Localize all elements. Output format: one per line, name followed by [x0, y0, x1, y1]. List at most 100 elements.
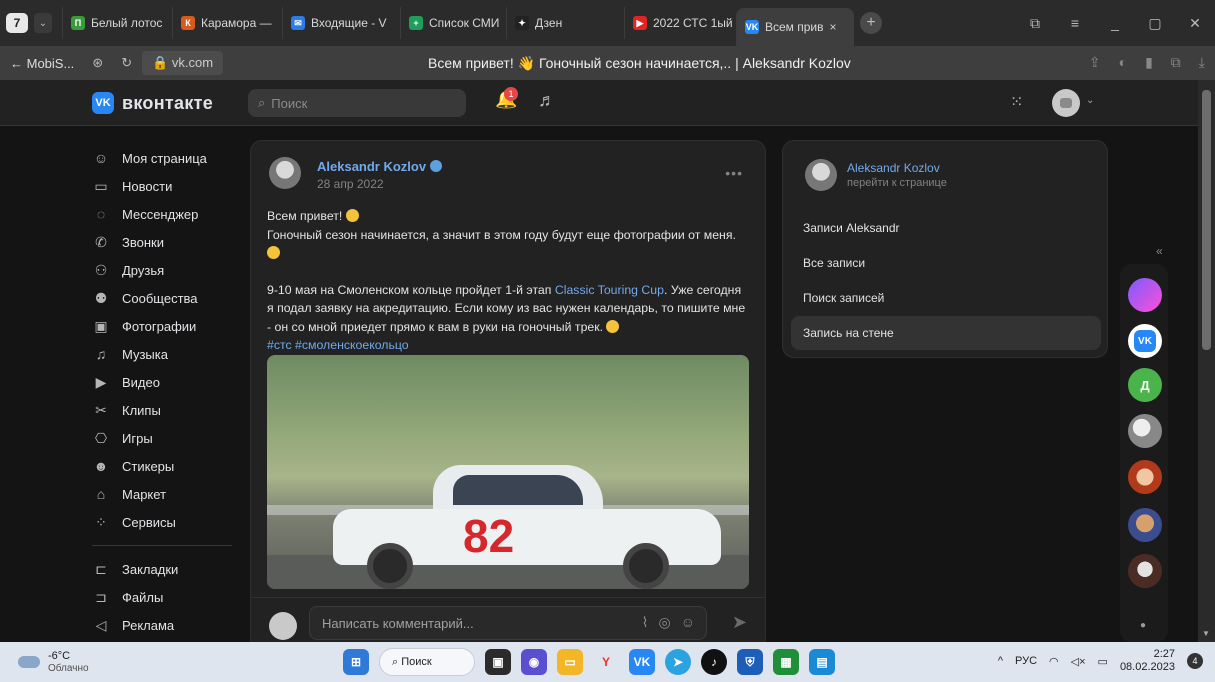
file-explorer-icon[interactable]: ▭	[557, 649, 583, 675]
tab-6[interactable]: ▶ 2022 СТС 1ый	[624, 7, 736, 39]
nav-item-services[interactable]: ⁘ Сервисы	[92, 508, 242, 536]
tab-1[interactable]: П Белый лотос	[62, 7, 172, 39]
collapse-chevrons-icon[interactable]: «	[1156, 244, 1163, 258]
nav-item-music[interactable]: ♫ Музыка	[92, 340, 242, 368]
menu-item-all-posts[interactable]: Все записи	[791, 246, 1101, 280]
yandex-browser-icon[interactable]: Y	[593, 649, 619, 675]
nav-item-photos[interactable]: ▣ Фотографии	[92, 312, 242, 340]
music-icon[interactable]: ♬	[538, 90, 556, 111]
close-icon[interactable]: ×	[830, 20, 837, 34]
post-photo[interactable]: 82	[267, 355, 749, 589]
attach-icon[interactable]: ⌇	[642, 614, 649, 631]
wifi-icon[interactable]: ◠	[1049, 655, 1059, 668]
teams-icon[interactable]: ◉	[521, 649, 547, 675]
nav-item-news[interactable]: ▭ Новости	[92, 172, 242, 200]
chat-avatar[interactable]	[1128, 554, 1162, 588]
menu-item-aleksandr-posts[interactable]: Записи Aleksandr	[791, 211, 1101, 245]
chat-avatar[interactable]	[1128, 460, 1162, 494]
protect-icon[interactable]: ⊛	[92, 55, 103, 71]
nav-item-ads[interactable]: ◁ Реклама	[92, 611, 242, 639]
emoji-icon[interactable]: ☺	[681, 614, 695, 631]
nav-item-stickers[interactable]: ☻ Стикеры	[92, 452, 242, 480]
scroll-down-icon[interactable]: ▼	[1202, 629, 1210, 638]
vk-logo[interactable]: VK вконтакте	[92, 92, 213, 114]
chevron-down-icon[interactable]: ⌄	[1086, 95, 1094, 106]
spreadsheet-icon[interactable]: ▦	[773, 649, 799, 675]
sidebar-toggle-icon[interactable]: ⧉	[1015, 15, 1055, 32]
classic-touring-cup-link[interactable]: Classic Touring Cup	[555, 283, 664, 297]
nav-item-games[interactable]: ⎔ Игры	[92, 424, 242, 452]
nav-item-friends[interactable]: ⚇ Друзья	[92, 256, 242, 284]
tab-counter[interactable]: 7	[6, 13, 28, 33]
share-icon[interactable]: ⇪	[1089, 54, 1101, 71]
search-input[interactable]: ⌕ Поиск	[248, 89, 466, 117]
battery-icon[interactable]: ▭	[1098, 655, 1108, 668]
tiktok-icon[interactable]: ♪	[701, 649, 727, 675]
menu-item-search-posts[interactable]: Поиск записей	[791, 281, 1101, 315]
profile-name-link[interactable]: Aleksandr Kozlov	[847, 161, 940, 175]
tab-2[interactable]: К Карамора —	[172, 7, 282, 39]
bookmark-icon[interactable]: ▮	[1145, 54, 1153, 71]
windows-start-icon[interactable]: ⊞	[343, 649, 369, 675]
nav-item-my-page[interactable]: ☺ Моя страница	[92, 144, 242, 172]
chat-bubble-icon[interactable]: ●	[1140, 620, 1146, 631]
minimize-icon[interactable]: _	[1095, 15, 1135, 31]
url-field[interactable]: 🔒 vk.com	[142, 51, 224, 75]
profile-avatar[interactable]	[805, 159, 837, 191]
chat-avatar[interactable]	[1128, 508, 1162, 542]
extensions-icon[interactable]: ⧉	[1171, 54, 1181, 71]
reload-icon[interactable]: ↻	[121, 55, 132, 71]
close-window-icon[interactable]: ✕	[1175, 15, 1215, 32]
avatar[interactable]	[1052, 89, 1080, 117]
back-button[interactable]: ← MobiS...	[10, 56, 74, 71]
post-date[interactable]: 28 апр 2022	[317, 177, 384, 191]
tab-active[interactable]: VK Всем прив ×	[736, 8, 854, 46]
notification-center-badge[interactable]: 4	[1187, 653, 1203, 669]
vk-app-icon[interactable]: VK	[1128, 324, 1162, 358]
tab-4[interactable]: + Список СМИ	[400, 7, 506, 39]
chat-avatar[interactable]	[1128, 414, 1162, 448]
download-icon[interactable]: ⤓	[1199, 54, 1205, 71]
taskbar-search[interactable]: ⌕ Поиск	[379, 648, 475, 676]
page-scrollbar[interactable]: ▼	[1198, 80, 1215, 642]
go-to-page-link[interactable]: перейти к странице	[847, 177, 947, 189]
clock[interactable]: 2:27 08.02.2023	[1120, 648, 1175, 674]
post-author-name[interactable]: Aleksandr Kozlov	[317, 159, 443, 174]
nav-item-calls[interactable]: ✆ Звонки	[92, 228, 242, 256]
apps-grid-icon[interactable]: ⁙	[1010, 92, 1023, 112]
menu-icon[interactable]: ≡	[1055, 15, 1095, 31]
post-author-avatar[interactable]	[269, 157, 301, 189]
menu-item-wall-post[interactable]: Запись на стене	[791, 316, 1101, 350]
nav-item-communities[interactable]: ⚉ Сообщества	[92, 284, 242, 312]
task-view-icon[interactable]: ▣	[485, 649, 511, 675]
notifications-bell-icon[interactable]: 🔔 1	[495, 87, 521, 115]
nav-item-market[interactable]: ⌂ Маркет	[92, 480, 242, 508]
tray-expand-icon[interactable]: ^	[998, 655, 1003, 667]
nav-item-messenger[interactable]: ◌ Мессенджер	[92, 200, 242, 228]
new-tab-icon[interactable]: +	[860, 12, 882, 34]
nav-item-clips[interactable]: ✂ Клипы	[92, 396, 242, 424]
reader-icon[interactable]: ◐	[1119, 54, 1127, 71]
scrollbar-thumb[interactable]	[1202, 90, 1211, 350]
weather-widget[interactable]: -6°C Облачно	[18, 650, 89, 674]
telegram-icon[interactable]: ➤	[665, 649, 691, 675]
keyboard-language[interactable]: РУС	[1015, 655, 1037, 667]
vk-taskbar-icon[interactable]: VK	[629, 649, 655, 675]
camera-icon[interactable]: ◎	[658, 614, 670, 631]
tab-3[interactable]: ✉ Входящие - V	[282, 7, 400, 39]
nav-item-video[interactable]: ▶ Видео	[92, 368, 242, 396]
post-line-event: 9-10 мая на Смоленском кольце пройдет 1-…	[267, 282, 555, 297]
more-options-icon[interactable]: •••	[725, 165, 743, 181]
nav-item-files[interactable]: ⊐ Файлы	[92, 583, 242, 611]
document-app-icon[interactable]: ▤	[809, 649, 835, 675]
tab-5[interactable]: ✦ Дзен	[506, 7, 624, 39]
maximize-icon[interactable]: ▢	[1135, 15, 1175, 32]
podcast-app-icon[interactable]	[1128, 278, 1162, 312]
hashtags-link[interactable]: #стс #смоленскоекольцо	[267, 338, 409, 352]
tabs-dropdown-icon[interactable]: ⌄	[34, 13, 52, 33]
volume-icon[interactable]: ◁×	[1071, 655, 1086, 668]
chat-avatar-d[interactable]: Д	[1128, 368, 1162, 402]
send-icon[interactable]: ➤	[732, 612, 747, 633]
defender-icon[interactable]: ⛨	[737, 649, 763, 675]
nav-item-bookmarks[interactable]: ⊏ Закладки	[92, 555, 242, 583]
